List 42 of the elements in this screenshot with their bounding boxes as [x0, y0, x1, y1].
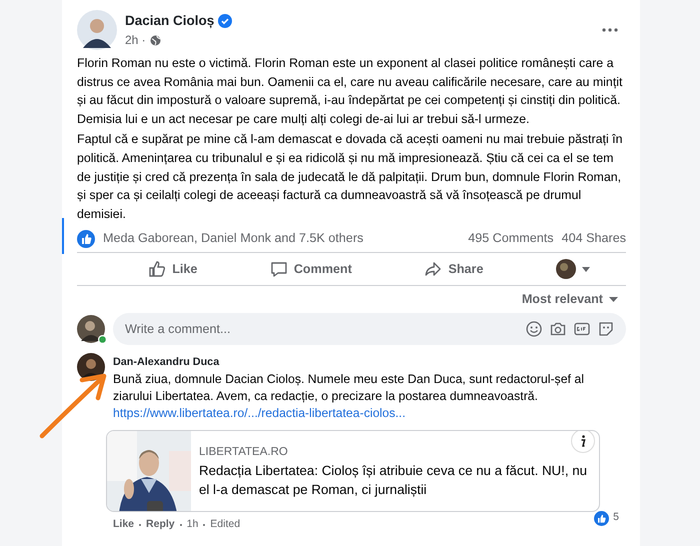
comment-link[interactable]: https://www.libertatea.ro/.../redactia-libertatea-ciolos...: [113, 405, 406, 422]
reaction-count[interactable]: 5: [613, 510, 619, 526]
like-button[interactable]: Like: [138, 256, 208, 283]
comment-button[interactable]: Comment: [260, 256, 362, 283]
like-link[interactable]: Like: [113, 517, 134, 534]
link-domain: LIBERTATEA.RO: [199, 444, 289, 460]
share-button[interactable]: Share: [414, 256, 494, 283]
post-time[interactable]: 2h ·: [125, 31, 146, 50]
like-reaction-icon: [77, 230, 95, 248]
caret-icon: [609, 297, 618, 302]
sort-dropdown[interactable]: Most relevant: [522, 290, 618, 310]
emoji-icon[interactable]: [526, 321, 542, 338]
avatar[interactable]: [77, 315, 105, 344]
commenter-name[interactable]: Dan-Alexandru Duca: [113, 354, 603, 370]
thumbs-up-icon: [148, 260, 166, 278]
author-name[interactable]: Dacian Cioloș: [125, 10, 214, 32]
post-text: Florin Roman nu este o victimă. Florin Roman este un exponent al clasei politice românești care a distrus ce avea România mai bun. Oamenii ca el, care nu aveau calificările necesare, care au mințit și au făcut din impostură o valoare supremă, i-au îndepărtat pe cei competenți și cinstiți din politică. Demisia lui e un act necesar pe care mulți alți colegi de-ai lui ar trebui să-l urmeze.: [77, 55, 624, 128]
like-reaction-icon: [594, 510, 610, 526]
reply-link[interactable]: Reply: [146, 517, 175, 534]
camera-icon[interactable]: [550, 321, 566, 338]
shares-count[interactable]: 404 Shares: [562, 229, 626, 248]
gif-icon[interactable]: [574, 321, 590, 338]
comments-count[interactable]: 495 Comments: [468, 229, 554, 248]
comment-text: Bună ziua, domnule Dacian Cioloș. Numele meu este Dan Duca, sunt redactorul-șef al ziarului Libertatea. Avem, ca redacție, o precizare la postarea dumneavoastră.: [113, 371, 585, 406]
caret-icon: [582, 266, 590, 272]
speech-bubble-icon: [270, 260, 288, 278]
edited-label: Edited: [210, 517, 240, 532]
info-icon: [579, 435, 587, 448]
avatar: [556, 259, 576, 280]
link-preview-card[interactable]: LIBERTATEA.RO Redacția Libertatea: Cioloș își atribuie ceva ce nu a făcut. NU!, nu el l-a demascat pe Roman, ci jurnaliștii: [106, 430, 600, 512]
avatar[interactable]: [77, 353, 105, 382]
sticker-icon[interactable]: [598, 321, 614, 338]
arrow-icon: [424, 260, 442, 278]
globe-icon: [150, 34, 161, 46]
comment-time[interactable]: 1h: [186, 517, 198, 534]
reactions-summary[interactable]: Meda Gaborean, Daniel Monk and 7.5K others: [103, 229, 364, 248]
comment-input[interactable]: Write a comment...: [113, 313, 626, 346]
post-text: Faptul că e supărat pe mine că l-am demascat e dovada că acești oameni nu mai trebuie păstrați în politică. Amenințarea cu tribunalul e și ea ridicolă și nu mă impresionează. Știu că cei ca el se tem de justiție și cred că prezența în sala de judecată le dă palpitații. Drum bun, domnule Florin Roman, și sper ca și ceilalți colegi de aceeași factură ca dumneavoastră să vă însoțească pe drumul demisiei.: [77, 131, 624, 223]
more-icon[interactable]: [602, 28, 618, 32]
avatar[interactable]: [77, 10, 117, 50]
link-title: Redacția Libertatea: Cioloș își atribuie ceva ce nu a făcut. NU!, nu el l-a demascat pe Roman, ci jurnaliștii: [199, 462, 588, 499]
info-button[interactable]: [571, 431, 595, 454]
